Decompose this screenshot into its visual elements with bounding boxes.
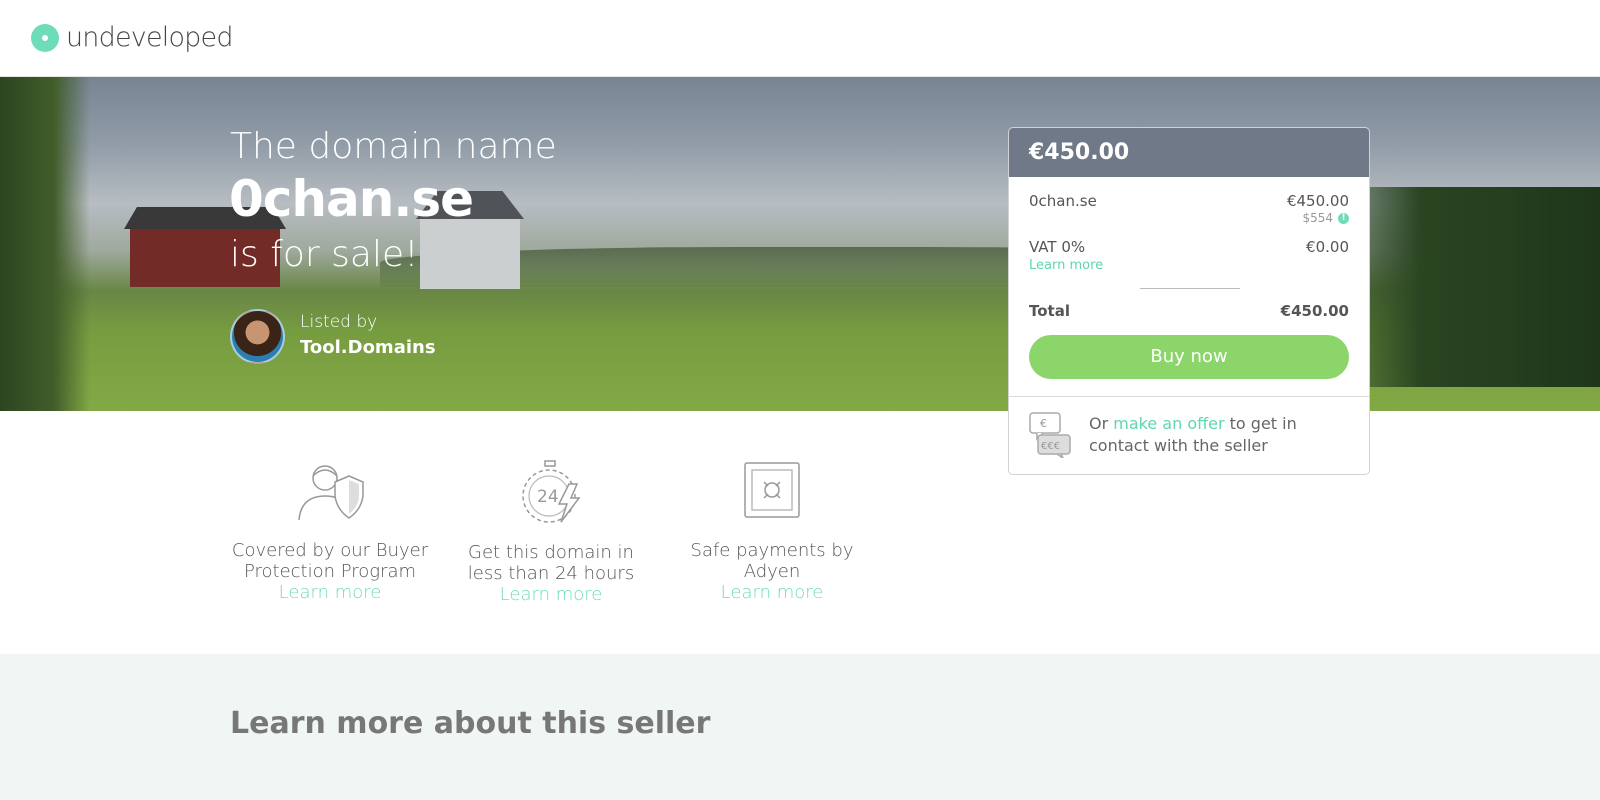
item-price: €450.00: [1286, 192, 1349, 210]
feature-text: Get this domain in less than 24 hours: [467, 542, 635, 584]
vat-value: €0.00: [1306, 238, 1349, 256]
logo-dot-icon: [31, 23, 59, 52]
price-card: €450.00 0chan.se €450.00 $554 ! VAT 0% €…: [1008, 127, 1370, 475]
total-value: €450.00: [1280, 302, 1349, 320]
stopwatch-24-icon: 24: [451, 460, 651, 524]
top-bar: undeveloped: [0, 0, 1600, 77]
divider: [1140, 288, 1240, 289]
svg-text:€€€: €€€: [1041, 441, 1060, 452]
total-label: Total: [1029, 302, 1070, 320]
svg-text:24: 24: [537, 487, 559, 507]
card-header-price: €450.00: [1009, 128, 1369, 177]
seller-name-link[interactable]: Tool.Domains: [300, 337, 436, 358]
hero-intro-text: The domain name: [230, 126, 557, 167]
vat-label: VAT 0%: [1029, 238, 1086, 256]
feature-text: Covered by our Buyer Protection Program: [231, 540, 429, 582]
speech-bubbles-icon: € €€€: [1029, 412, 1071, 461]
logo[interactable]: undeveloped: [31, 22, 233, 53]
logo-text: undeveloped: [66, 22, 233, 53]
feature-safe-payments: Safe payments by Adyen Learn more: [672, 460, 872, 603]
feature-learn-more-link[interactable]: Learn more: [672, 582, 872, 603]
card-separator: [1009, 396, 1369, 397]
seller-section-heading: Learn more about this seller: [230, 706, 711, 741]
feature-buyer-protection: Covered by our Buyer Protection Program …: [230, 460, 430, 603]
usd-price-value: $554: [1302, 211, 1333, 225]
feature-learn-more-link[interactable]: Learn more: [451, 584, 651, 605]
seller-section: Learn more about this seller: [0, 654, 1600, 800]
vat-learn-more-link[interactable]: Learn more: [1029, 258, 1103, 273]
buyer-protection-icon: [230, 460, 430, 522]
listed-by-label: Listed by: [300, 312, 378, 332]
domain-title: 0chan.se: [229, 170, 474, 228]
svg-text:€: €: [1040, 417, 1047, 430]
offer-prefix: Or: [1089, 414, 1109, 433]
feature-learn-more-link[interactable]: Learn more: [230, 582, 430, 603]
hero-for-sale-text: is for sale!: [230, 234, 419, 275]
safe-icon: [672, 460, 872, 522]
usd-price: $554 !: [1302, 211, 1349, 225]
item-label: 0chan.se: [1029, 192, 1097, 210]
make-offer-link[interactable]: make an offer: [1113, 414, 1224, 433]
seller-avatar[interactable]: [230, 309, 285, 364]
buy-now-button[interactable]: Buy now: [1029, 335, 1349, 379]
feature-text: Safe payments by Adyen: [690, 540, 854, 582]
feature-fast-transfer: 24 Get this domain in less than 24 hours…: [451, 460, 651, 605]
make-offer-text: Or make an offer to get in contact with …: [1089, 413, 1359, 457]
info-icon[interactable]: !: [1338, 212, 1349, 224]
